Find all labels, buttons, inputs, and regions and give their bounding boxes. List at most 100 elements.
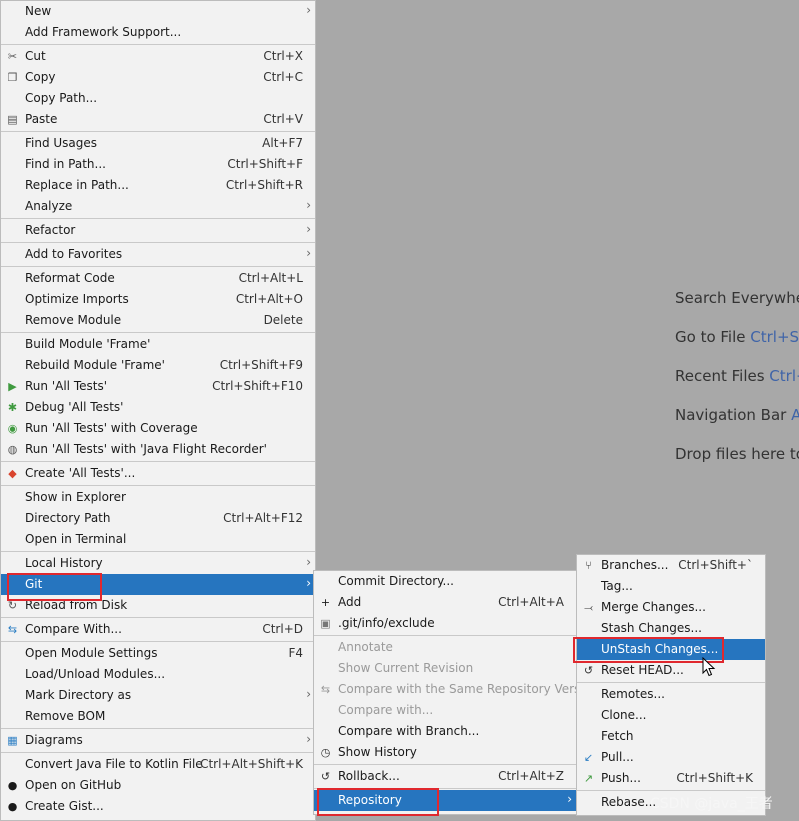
menu-item-replace-in-path[interactable]: Replace in Path... Ctrl+Shift+R <box>1 175 315 196</box>
menu-item-shortcut: Delete <box>263 313 303 327</box>
menu-item-find-usages[interactable]: Find Usages Alt+F7 <box>1 133 315 154</box>
menu-item-label: Run 'All Tests' with Coverage <box>25 421 198 435</box>
file-icon: ▣ <box>320 617 331 630</box>
menu-separator <box>1 332 315 333</box>
repo-item-merge-changes[interactable]: ⤙ Merge Changes... <box>577 597 765 618</box>
menu-item-label: New <box>25 4 52 18</box>
menu-item-label: Remove BOM <box>25 709 106 723</box>
menu-item-add-framework-support[interactable]: Add Framework Support... <box>1 22 315 43</box>
git-item-repository[interactable]: Repository › <box>314 790 576 811</box>
menu-item-optimize-imports[interactable]: Optimize Imports Ctrl+Alt+O <box>1 289 315 310</box>
create-test-icon: ◆ <box>8 467 17 480</box>
menu-separator <box>1 218 315 219</box>
menu-item-cut[interactable]: ✂ Cut Ctrl+X <box>1 46 315 67</box>
repo-item-remotes[interactable]: Remotes... <box>577 684 765 705</box>
menu-item-label: Run 'All Tests' with 'Java Flight Record… <box>25 442 267 456</box>
git-item-rollback[interactable]: ↺ Rollback... Ctrl+Alt+Z <box>314 766 576 787</box>
chevron-right-icon: › <box>306 687 311 701</box>
menu-item-load-unload-modules[interactable]: Load/Unload Modules... <box>1 664 315 685</box>
menu-item-find-in-path[interactable]: Find in Path... Ctrl+Shift+F <box>1 154 315 175</box>
menu-separator <box>1 242 315 243</box>
menu-item-add-to-favorites[interactable]: Add to Favorites › <box>1 244 315 265</box>
menu-item-shortcut: Ctrl+Shift+R <box>225 178 303 192</box>
menu-item-label: Open Module Settings <box>25 646 158 660</box>
menu-item-label: Show History <box>338 745 417 759</box>
menu-item-open-in-terminal[interactable]: Open in Terminal <box>1 529 315 550</box>
menu-item-shortcut: Ctrl+Alt+L <box>238 271 303 285</box>
menu-item-label: Reset HEAD... <box>601 663 684 677</box>
git-item-show-current-revision: Show Current Revision <box>314 658 576 679</box>
repo-item-pull[interactable]: ↙ Pull... <box>577 747 765 768</box>
menu-item-create-gist[interactable]: ● Create Gist... <box>1 796 315 817</box>
repo-item-branches[interactable]: ⑂ Branches... Ctrl+Shift+` <box>577 555 765 576</box>
menu-item-shortcut: Ctrl+C <box>263 70 303 84</box>
menu-item-mark-directory-as[interactable]: Mark Directory as › <box>1 685 315 706</box>
menu-item-convert-java-file-to-kotlin-file[interactable]: Convert Java File to Kotlin File Ctrl+Alt… <box>1 754 315 775</box>
menu-item-debug-all-tests[interactable]: ✱ Debug 'All Tests' <box>1 397 315 418</box>
menu-item-label: UnStash Changes... <box>601 642 719 656</box>
menu-item-reformat-code[interactable]: Reformat Code Ctrl+Alt+L <box>1 268 315 289</box>
menu-item-label: Stash Changes... <box>601 621 702 635</box>
menu-item-label: Create Gist... <box>25 799 104 813</box>
repo-item-clone[interactable]: Clone... <box>577 705 765 726</box>
repo-item-fetch[interactable]: Fetch <box>577 726 765 747</box>
hint-recent-files: Recent Files Ctrl+I <box>675 367 799 385</box>
menu-item-label: Debug 'All Tests' <box>25 400 124 414</box>
menu-separator <box>314 788 576 789</box>
menu-item-paste[interactable]: ▤ Paste Ctrl+V <box>1 109 315 130</box>
menu-item-label: Mark Directory as <box>25 688 132 702</box>
repo-item-reset-head[interactable]: ↺ Reset HEAD... <box>577 660 765 681</box>
chevron-right-icon: › <box>306 198 311 212</box>
menu-item-open-module-settings[interactable]: Open Module Settings F4 <box>1 643 315 664</box>
menu-item-new[interactable]: New › <box>1 1 315 22</box>
menu-item-analyze[interactable]: Analyze › <box>1 196 315 217</box>
menu-item-local-history[interactable]: Local History › <box>1 553 315 574</box>
menu-item-copy[interactable]: ❐ Copy Ctrl+C <box>1 67 315 88</box>
push-icon: ↗ <box>583 772 594 785</box>
menu-item-open-on-github[interactable]: ● Open on GitHub <box>1 775 315 796</box>
compare-icon: ⇆ <box>7 623 18 636</box>
menu-item-shortcut: Ctrl+D <box>262 622 303 636</box>
menu-item-label: Open on GitHub <box>25 778 122 792</box>
hint-drop-files: Drop files here to <box>675 445 799 463</box>
menu-separator <box>1 485 315 486</box>
menu-item-build-module-frame[interactable]: Build Module 'Frame' <box>1 334 315 355</box>
menu-item-directory-path[interactable]: Directory Path Ctrl+Alt+F12 <box>1 508 315 529</box>
repo-item-unstash-changes[interactable]: UnStash Changes... <box>577 639 765 660</box>
menu-item-refactor[interactable]: Refactor › <box>1 220 315 241</box>
git-item-add[interactable]: + Add Ctrl+Alt+A <box>314 592 576 613</box>
menu-item-run-all-tests-with-coverage[interactable]: ◉ Run 'All Tests' with Coverage <box>1 418 315 439</box>
menu-item-create-all-tests[interactable]: ◆ Create 'All Tests'... <box>1 463 315 484</box>
menu-item-run-all-tests[interactable]: ▶ Run 'All Tests' Ctrl+Shift+F10 <box>1 376 315 397</box>
repo-item-tag[interactable]: Tag... <box>577 576 765 597</box>
git-item-compare-with-branch[interactable]: Compare with Branch... <box>314 721 576 742</box>
hint-go-to-file: Go to File Ctrl+Sh <box>675 328 799 346</box>
git-item-commit-directory[interactable]: Commit Directory... <box>314 571 576 592</box>
menu-separator <box>1 266 315 267</box>
menu-item-shortcut: Ctrl+Shift+F10 <box>212 379 303 393</box>
menu-item-reload-from-disk[interactable]: ↻ Reload from Disk <box>1 595 315 616</box>
menu-item-diagrams[interactable]: ▦ Diagrams › <box>1 730 315 751</box>
menu-item-run-all-tests-with-java-flight-recorder[interactable]: ◍ Run 'All Tests' with 'Java Flight Recor… <box>1 439 315 460</box>
menu-item-label: Reformat Code <box>25 271 115 285</box>
repo-item-stash-changes[interactable]: Stash Changes... <box>577 618 765 639</box>
menu-item-label: Fetch <box>601 729 634 743</box>
git-item-annotate: Annotate <box>314 637 576 658</box>
git-item-show-history[interactable]: ◷ Show History <box>314 742 576 763</box>
repo-item-push[interactable]: ↗ Push... Ctrl+Shift+K <box>577 768 765 789</box>
menu-item-copy-path[interactable]: Copy Path... <box>1 88 315 109</box>
git-item-compare-with: Compare with... <box>314 700 576 721</box>
menu-item-label: Local History <box>25 556 103 570</box>
menu-item-rebuild-module-frame[interactable]: Rebuild Module 'Frame' Ctrl+Shift+F9 <box>1 355 315 376</box>
mouse-cursor-icon <box>702 657 716 677</box>
menu-item-compare-with[interactable]: ⇆ Compare With... Ctrl+D <box>1 619 315 640</box>
menu-item-git[interactable]: Git › <box>1 574 315 595</box>
menu-item-remove-module[interactable]: Remove Module Delete <box>1 310 315 331</box>
menu-item-remove-bom[interactable]: Remove BOM <box>1 706 315 727</box>
menu-item-label: Analyze <box>25 199 73 213</box>
menu-item-label: Rollback... <box>338 769 400 783</box>
git-item-git-info-exclude[interactable]: ▣ .git/info/exclude <box>314 613 576 634</box>
menu-separator <box>1 551 315 552</box>
github-icon: ● <box>7 800 18 813</box>
menu-item-show-in-explorer[interactable]: Show in Explorer <box>1 487 315 508</box>
